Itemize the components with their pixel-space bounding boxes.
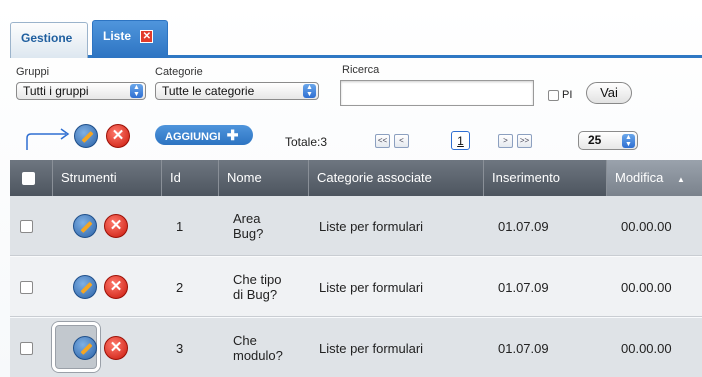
vai-button[interactable]: Vai: [586, 82, 632, 104]
tab-liste-label: Liste: [103, 29, 132, 43]
select-arrows-icon: ▲ ▼: [130, 84, 143, 98]
header-nome[interactable]: Nome: [219, 160, 309, 196]
table-row: ✕ 2 Che tipo di Bug? Liste per formulari…: [10, 257, 702, 317]
per-page-select[interactable]: 25 ▲ ▼: [578, 131, 638, 150]
pencil-icon: [81, 130, 94, 144]
tab-gestione[interactable]: Gestione: [10, 22, 88, 58]
cell-nome: Che tipo di Bug?: [219, 257, 309, 317]
arrow-right-icon: [26, 128, 70, 150]
row-select-cell: [10, 318, 53, 377]
select-all-checkbox[interactable]: [22, 172, 35, 185]
categorie-select-value: Tutte le categorie: [162, 84, 255, 98]
aggiungi-label: AGGIUNGI: [165, 131, 221, 143]
row-delete-button[interactable]: ✕: [104, 336, 128, 360]
gruppi-select-value: Tutti i gruppi: [23, 84, 89, 98]
cell-inserimento: 01.07.09: [498, 218, 549, 234]
cell-nome-line1: Che tipo: [233, 272, 282, 287]
ricerca-input[interactable]: [340, 80, 534, 106]
row-checkbox[interactable]: [20, 341, 33, 355]
table-row: ✕ 1 Area Bug? Liste per formulari 01.07.…: [10, 196, 702, 256]
row-select-cell: [10, 257, 53, 317]
cell-modifica: 00.00.00: [621, 279, 672, 295]
row-select-cell: [10, 196, 53, 256]
cell-inserimento: 01.07.09: [498, 279, 549, 295]
close-icon[interactable]: ✕: [140, 30, 154, 44]
cell-nome: Area Bug?: [219, 196, 309, 256]
header-modifica-label: Modifica: [615, 170, 664, 185]
totale-count: Totale:3: [285, 135, 328, 149]
first-page-button[interactable]: <<: [375, 134, 390, 148]
select-arrows-icon: ▲ ▼: [303, 84, 316, 98]
row-delete-button[interactable]: ✕: [104, 275, 128, 299]
header-modifica[interactable]: Modifica ▲: [607, 160, 702, 196]
liste-table: Strumenti Id Nome Categorie associate In…: [10, 160, 702, 377]
cell-id: 2: [176, 279, 184, 295]
bulk-delete-button[interactable]: ✕: [106, 124, 130, 148]
gruppi-label: Gruppi: [16, 66, 50, 78]
cell-inserimento: 01.07.09: [498, 340, 549, 356]
cell-id: 1: [176, 218, 184, 234]
pi-label: PI: [562, 89, 573, 101]
tab-bar: Gestione Liste ✕: [10, 12, 702, 58]
cell-categorie: Liste per formulari: [319, 218, 424, 234]
pencil-icon: [80, 342, 93, 356]
cell-nome-line2: di Bug?: [233, 287, 278, 302]
filter-bar: Gruppi Tutti i gruppi ▲ ▼ Categorie Tutte…: [0, 58, 702, 110]
pi-checkbox[interactable]: [548, 90, 559, 101]
sort-asc-icon: ▲: [677, 175, 685, 184]
categorie-label: Categorie: [155, 66, 203, 78]
per-page-value: 25: [588, 133, 602, 147]
bulk-edit-button[interactable]: [74, 124, 98, 148]
pencil-icon: [80, 220, 93, 234]
aggiungi-button[interactable]: AGGIUNGI ✚: [155, 125, 253, 145]
row-edit-button[interactable]: [73, 336, 97, 360]
row-tools: ✕: [63, 196, 153, 256]
cell-nome-line2: modulo?: [233, 348, 283, 363]
cell-modifica: 00.00.00: [621, 218, 672, 234]
tab-liste[interactable]: Liste ✕: [92, 20, 168, 58]
header-strumenti[interactable]: Strumenti: [53, 160, 162, 196]
cell-categorie: Liste per formulari: [319, 340, 424, 356]
row-delete-button[interactable]: ✕: [104, 214, 128, 238]
current-page[interactable]: 1: [451, 131, 470, 150]
select-arrows-icon: ▲ ▼: [622, 134, 635, 148]
row-edit-button[interactable]: [73, 275, 97, 299]
cell-nome-line2: Bug?: [233, 226, 264, 241]
gruppi-select[interactable]: Tutti i gruppi ▲ ▼: [16, 82, 146, 100]
pencil-icon: [80, 281, 93, 295]
ricerca-label: Ricerca: [342, 64, 380, 76]
cell-nome-line1: Area: [233, 211, 261, 226]
row-tools: ✕: [63, 257, 153, 317]
tab-gestione-label: Gestione: [21, 31, 73, 45]
prev-page-button[interactable]: <: [394, 134, 409, 148]
plus-icon: ✚: [226, 127, 239, 143]
header-categorie[interactable]: Categorie associate: [309, 160, 484, 196]
table-header: Strumenti Id Nome Categorie associate In…: [10, 160, 702, 196]
cell-nome: Che modulo?: [219, 318, 309, 377]
liste-page: Gestione Liste ✕ Gruppi Tutti i gruppi ▲…: [0, 0, 702, 377]
categorie-select[interactable]: Tutte le categorie ▲ ▼: [155, 82, 319, 100]
cell-categorie: Liste per formulari: [319, 279, 424, 295]
list-toolbar: ✕ AGGIUNGI ✚ Totale:3 << < 1 > >> 25 ▲ ▼: [0, 118, 702, 158]
cell-id: 3: [176, 340, 184, 356]
header-id[interactable]: Id: [162, 160, 219, 196]
row-checkbox[interactable]: [20, 280, 33, 294]
next-page-button[interactable]: >: [498, 134, 513, 148]
row-edit-button[interactable]: [73, 214, 97, 238]
last-page-button[interactable]: >>: [517, 134, 532, 148]
cell-modifica: 00.00.00: [621, 340, 672, 356]
row-checkbox[interactable]: [20, 219, 33, 233]
header-inserimento[interactable]: Inserimento: [484, 160, 607, 196]
select-all-cell: [10, 160, 53, 196]
table-row: ✕ 3 Che modulo? Liste per formulari 01.0…: [10, 318, 702, 377]
cell-nome-line1: Che: [233, 333, 257, 348]
row-tools: ✕: [63, 318, 153, 377]
